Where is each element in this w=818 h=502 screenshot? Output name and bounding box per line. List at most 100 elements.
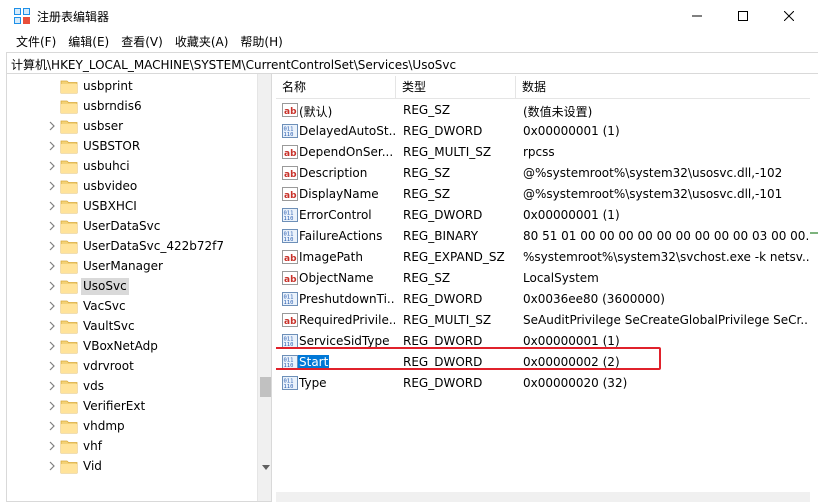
value-type-cell: REG_MULTI_SZ [403,313,492,327]
svg-text:110: 110 [284,237,294,243]
key-tree[interactable]: usbprint usbrndis6 usbser USBSTOR usbuhci usb… [6,74,272,502]
menu-file[interactable]: 文件(F) [10,31,62,51]
chevron-right-icon[interactable] [47,280,57,292]
folder-icon [60,220,78,234]
maximize-button[interactable] [720,0,766,31]
chevron-right-icon[interactable] [47,220,57,232]
tree-item-usbser[interactable]: usbser [7,116,257,136]
close-button[interactable] [766,0,812,31]
tree-item-vaultsvc[interactable]: VaultSvc [7,316,257,336]
tree-item-label: VerifierExt [83,399,146,413]
chevron-right-icon[interactable] [47,360,57,372]
list-horizontal-scrollbar[interactable] [276,492,810,502]
menu-view[interactable]: 查看(V) [115,31,169,51]
chevron-right-icon[interactable] [47,260,57,272]
value-row-displayname[interactable]: ab DisplayName REG_SZ @%systemroot%\system3… [276,184,810,205]
value-row-delayedautost[interactable]: 011 110 DelayedAutoSt... REG_DWORD 0x0000000… [276,121,810,142]
scroll-down-button[interactable] [258,460,271,476]
tree-item-label: UserDataSvc [83,219,161,233]
tree-item-usbvideo[interactable]: usbvideo [7,176,257,196]
chevron-right-icon[interactable] [47,320,57,332]
tree-item-usbprint[interactable]: usbprint [7,76,257,96]
tree-item-vboxnetadp[interactable]: VBoxNetAdp [7,336,257,356]
value-name-cell: (默认) [299,105,333,119]
chevron-right-icon[interactable] [47,200,57,212]
tree-item-vacsvc[interactable]: VacSvc [7,296,257,316]
value-name-cell: Description [299,166,368,180]
chevron-right-icon[interactable] [47,440,57,452]
chevron-right-icon[interactable] [47,160,57,172]
value-row-errorcontrol[interactable]: 011 110 ErrorControl REG_DWORD 0x00000001 (1… [276,205,810,226]
value-data-cell: @%systemroot%\system32\usosvc.dll,-101 [523,187,783,201]
value-row-default[interactable]: ab (默认) REG_SZ (数值未设置) [276,100,810,121]
tree-item-usbuhci[interactable]: usbuhci [7,156,257,176]
chevron-right-icon[interactable] [47,400,57,412]
menu-favorites[interactable]: 收藏夹(A) [169,31,235,51]
tree-scrollbar-thumb[interactable] [260,377,271,397]
value-row-type[interactable]: 011 110 Type REG_DWORD 0x00000020 (32) [276,373,810,394]
chevron-right-icon[interactable] [47,180,57,192]
tree-item-label: VBoxNetAdp [83,339,158,353]
folder-icon [60,440,78,454]
tree-item-usosvc[interactable]: UsoSvc [7,276,257,296]
value-row-objectname[interactable]: ab ObjectName REG_SZ LocalSystem [276,268,810,289]
tree-item-label: USBXHCI [83,199,137,213]
tree-item-userdatasvc[interactable]: UserDataSvc [7,216,257,236]
menu-help[interactable]: 帮助(H) [234,31,288,51]
value-type-cell: REG_SZ [403,103,451,117]
svg-text:ab: ab [284,170,297,180]
column-header-data[interactable]: 数据 [516,76,810,99]
value-name-cell: RequiredPrivile... [299,313,395,327]
minimize-icon [692,15,702,16]
folder-icon [60,140,78,154]
binary-value-icon: 011110 [282,376,298,390]
svg-text:ab: ab [284,149,297,159]
tree-item-vdrvroot[interactable]: vdrvroot [7,356,257,376]
tree-item-usbxhci[interactable]: USBXHCI [7,196,257,216]
column-header-name[interactable]: 名称 [276,76,396,99]
tree-item-vhdmp[interactable]: vhdmp [7,416,257,436]
tree-item-usbrndis6[interactable]: usbrndis6 [7,96,257,116]
title-bar: 注册表编辑器 [0,0,818,31]
minimize-button[interactable] [674,0,720,31]
chevron-right-icon[interactable] [47,340,57,352]
chevron-right-icon[interactable] [47,240,57,252]
chevron-right-icon[interactable] [47,420,57,432]
tree-item-vhf[interactable]: vhf [7,436,257,456]
tree-item-vid[interactable]: Vid [7,456,257,476]
chevron-right-icon[interactable] [47,460,57,472]
value-list[interactable]: 名称 类型 数据 ab (默认) REG_SZ (数值未设置) 011 110 Delaye… [276,74,810,502]
folder-icon [60,160,78,174]
value-row-requiredprivile[interactable]: ab RequiredPrivile... REG_MULTI_SZ SeAuditP… [276,310,810,331]
svg-text:ab: ab [284,317,297,327]
value-row-description[interactable]: ab Description REG_SZ @%systemroot%\system3… [276,163,810,184]
value-row-dependonser[interactable]: ab DependOnSer... REG_MULTI_SZ rpcss [276,142,810,163]
svg-text:110: 110 [284,216,294,222]
background-window-line [810,232,818,234]
value-row-preshutdownti[interactable]: 011 110 PreshutdownTi... REG_DWORD 0x0036ee8… [276,289,810,310]
menu-edit[interactable]: 编辑(E) [62,31,115,51]
tree-item-vds[interactable]: vds [7,376,257,396]
chevron-right-icon[interactable] [47,380,57,392]
chevron-right-icon[interactable] [47,140,57,152]
value-data-cell: (数值未设置) [523,105,593,119]
tree-item-userdatasvc-422b72f7[interactable]: UserDataSvc_422b72f7 [7,236,257,256]
folder-icon [60,300,78,314]
tree-item-label: usbser [83,119,124,133]
tree-item-usermanager[interactable]: UserManager [7,256,257,276]
value-row-failureactions[interactable]: 011 110 FailureActions REG_BINARY 80 51 01 0… [276,226,810,247]
value-data-cell: 0x00000020 (32) [523,376,628,390]
chevron-right-icon[interactable] [47,120,57,132]
tree-item-verifierext[interactable]: VerifierExt [7,396,257,416]
tree-scrollbar[interactable] [257,74,271,501]
folder-icon [60,80,78,94]
tree-item-usbstor[interactable]: USBSTOR [7,136,257,156]
address-bar[interactable]: 计算机\HKEY_LOCAL_MACHINE\SYSTEM\CurrentCon… [6,52,818,74]
chevron-right-icon[interactable] [47,300,57,312]
close-icon [784,10,794,21]
folder-icon [60,240,78,254]
value-row-imagepath[interactable]: ab ImagePath REG_EXPAND_SZ %systemroot%\sys… [276,247,810,268]
column-header-type[interactable]: 类型 [396,76,516,99]
value-data-cell: 0x0036ee80 (3600000) [523,292,665,306]
binary-value-icon: 011110 [282,124,298,138]
